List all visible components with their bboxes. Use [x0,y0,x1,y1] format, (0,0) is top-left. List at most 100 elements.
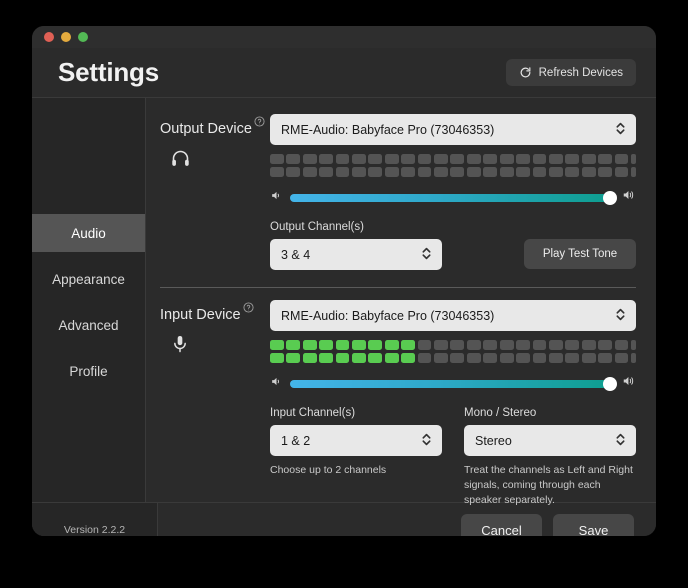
app-header: Settings Refresh Devices [32,48,656,98]
meter-segment [467,154,481,164]
meter-segment [533,340,547,350]
help-circle-icon[interactable] [254,115,265,126]
meter-segment [450,353,464,363]
meter-segment [533,167,547,177]
settings-window: Settings Refresh Devices Audio App [32,26,656,536]
meter-segment [450,154,464,164]
meter-segment [385,167,399,177]
input-volume-slider[interactable] [290,380,615,388]
meter-segment [549,154,563,164]
meter-segment [467,167,481,177]
output-device-label-wrap: Output Device [160,121,252,137]
meter-segment [401,353,415,363]
meter-segment [582,167,596,177]
save-button[interactable]: Save [553,514,634,537]
meter-segment [483,353,497,363]
meter-segment [598,154,612,164]
window-titlebar [32,26,656,48]
play-test-tone-button[interactable]: Play Test Tone [524,239,636,269]
microphone-icon [170,334,270,359]
meter-segment [352,353,366,363]
input-device-label: Input Device [160,307,241,323]
input-device-value: RME-Audio: Babyface Pro (73046353) [281,309,494,323]
refresh-devices-label: Refresh Devices [539,67,623,79]
meter-segment [549,340,563,350]
desktop-background: Settings Refresh Devices Audio App [0,0,688,588]
meter-segment [401,154,415,164]
output-volume-knob[interactable] [603,191,617,205]
meter-segment [303,154,317,164]
mono-stereo-select[interactable]: Stereo [464,425,636,456]
meter-segment [615,353,629,363]
headphones-icon [170,148,270,174]
meter-segment [582,340,596,350]
output-channel-row: Output Channel(s) 3 & 4 [270,221,636,270]
output-label-column: Output Device [160,114,270,270]
meter-segment [401,167,415,177]
input-channel-hint: Choose up to 2 channels [270,463,442,478]
minimize-window-button[interactable] [61,32,71,42]
volume-low-icon [270,375,283,393]
output-device-section: Output Device [160,114,636,270]
section-divider [160,287,636,288]
meter-segment [418,167,432,177]
window-body: Audio Appearance Advanced Profile [32,98,656,502]
footer-version-area: Version 2.2.2 [32,503,158,536]
input-channel-select[interactable]: 1 & 2 [270,425,442,456]
meter-segment [500,154,514,164]
meter-segment [516,340,530,350]
help-circle-icon[interactable] [243,301,254,312]
meter-segment [385,353,399,363]
meter-segment [450,167,464,177]
sidebar-item-audio[interactable]: Audio [32,214,145,252]
meter-segment [418,340,432,350]
maximize-window-button[interactable] [78,32,88,42]
meter-segment [615,154,629,164]
mono-stereo-field: Mono / Stereo Stereo Treat th [464,407,636,509]
meter-segment [418,154,432,164]
meter-segment [598,167,612,177]
page-title: Settings [58,57,159,88]
meter-segment [286,353,300,363]
chevron-updown-icon [615,431,626,451]
sidebar-item-advanced[interactable]: Advanced [32,306,145,344]
input-meter-row-left [270,340,636,350]
meter-segment [368,154,382,164]
output-channel-label: Output Channel(s) [270,221,442,233]
meter-segment [303,340,317,350]
settings-content: Output Device [146,98,656,502]
volume-high-icon [622,188,636,207]
sidebar-item-appearance[interactable]: Appearance [32,260,145,298]
meter-segment [516,167,530,177]
output-channel-select[interactable]: 3 & 4 [270,239,442,270]
volume-low-icon [270,189,283,207]
meter-segment [615,340,629,350]
input-device-select[interactable]: RME-Audio: Babyface Pro (73046353) [270,300,636,331]
meter-segment [270,167,284,177]
input-device-label-wrap: Input Device [160,307,241,323]
close-window-button[interactable] [44,32,54,42]
sidebar-item-label: Audio [71,226,106,241]
meter-segment [336,353,350,363]
meter-segment [434,154,448,164]
meter-segment [565,167,579,177]
output-device-select[interactable]: RME-Audio: Babyface Pro (73046353) [270,114,636,145]
cancel-button[interactable]: Cancel [461,514,542,537]
input-volume-knob[interactable] [603,377,617,391]
mono-stereo-label: Mono / Stereo [464,407,636,419]
input-label-column: Input Device [160,300,270,509]
meter-segment [549,353,563,363]
sidebar-item-profile[interactable]: Profile [32,352,145,390]
input-device-section: Input Device [160,300,636,509]
test-tone-field: . Play Test Tone [464,221,636,269]
sidebar-item-label: Profile [69,364,107,379]
meter-segment [450,340,464,350]
meter-segment [533,154,547,164]
meter-segment [434,340,448,350]
refresh-devices-button[interactable]: Refresh Devices [506,59,636,86]
meter-segment [483,167,497,177]
output-volume-slider[interactable] [290,194,615,202]
meter-segment [565,340,579,350]
output-meter-row-left [270,154,636,164]
sidebar-item-label: Advanced [58,318,118,333]
